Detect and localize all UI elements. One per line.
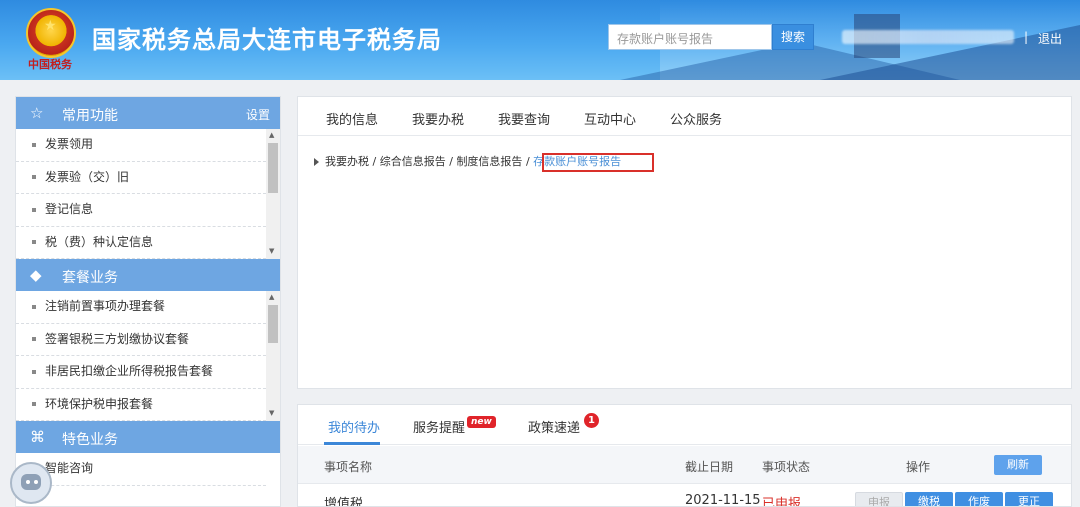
menu-item-label: 注销前置事项办理套餐 — [45, 299, 166, 313]
bullet-icon — [32, 402, 36, 406]
star-outline-icon: ☆ — [30, 104, 44, 122]
tab-policy-news[interactable]: 政策速递 — [528, 417, 580, 436]
nav-my-info[interactable]: 我的信息 — [326, 109, 378, 128]
column-header: 截止日期 — [685, 460, 734, 474]
scroll-thumb[interactable] — [268, 305, 278, 343]
breadcrumb-item[interactable]: 综合信息报告 — [380, 155, 446, 168]
menu-common: 发票领用 发票验（交）旧 登记信息 税（费）种认定信息 — [16, 129, 280, 259]
menu-packages: 注销前置事项办理套餐 签署银税三方划缴协议套餐 非居民扣缴企业所得税报告套餐 环… — [16, 291, 280, 421]
notification-count-badge: 1 — [584, 413, 599, 428]
group-title: 常用功能 — [62, 108, 118, 124]
menu-item-label: 发票领用 — [45, 137, 94, 151]
nav-query[interactable]: 我要查询 — [498, 109, 550, 128]
menu-item-label: 税（费）种认定信息 — [45, 234, 154, 249]
pay-tax-button[interactable]: 缴税 — [905, 492, 953, 506]
breadcrumb-item[interactable]: 我要办税 — [325, 155, 369, 168]
menu-item-label: 发票验（交）旧 — [45, 169, 130, 184]
menu-item[interactable]: 非居民扣缴企业所得税报告套餐 — [16, 356, 266, 389]
column-header: 操作 — [906, 460, 931, 474]
search-input[interactable]: 存款账户账号报告 — [608, 24, 772, 50]
assistant-avatar-icon[interactable] — [10, 462, 52, 504]
group-title: 套餐业务 — [62, 270, 118, 286]
nav-interaction[interactable]: 互动中心 — [584, 109, 636, 128]
robot-eye — [34, 480, 38, 484]
bullet-icon — [32, 337, 36, 341]
task-status: 已申报 — [762, 497, 802, 507]
task-name: 增值税 — [324, 497, 364, 507]
scroll-thumb[interactable] — [268, 143, 278, 193]
active-tab-underline — [324, 442, 380, 445]
bullet-icon — [32, 369, 36, 374]
table-row: 增值税 2021-11-15 已申报 申报 缴税 作废 更正 — [298, 485, 1071, 507]
bullet-icon — [32, 207, 36, 212]
logout-link[interactable]: 退出 — [1038, 30, 1062, 47]
robot-face — [21, 474, 41, 490]
void-button[interactable]: 作废 — [955, 492, 1003, 506]
breadcrumb-separator: / — [372, 155, 377, 168]
menu-item-label: 环境保护税申报套餐 — [45, 396, 154, 411]
new-badge-label: new — [467, 416, 496, 428]
search-button[interactable]: 搜索 — [772, 24, 814, 50]
scroll-down-icon[interactable]: ▼ — [269, 247, 274, 255]
group-header-common[interactable]: ☆ 常用功能 设置 — [16, 97, 280, 129]
group-header-packages[interactable]: ◆ 套餐业务 — [16, 259, 280, 291]
nav-handle-tax[interactable]: 我要办税 — [412, 109, 464, 128]
scroll-down-icon[interactable]: ▼ — [269, 409, 274, 417]
layers-icon: ◆ — [30, 266, 42, 284]
declare-button[interactable]: 申报 — [855, 492, 903, 506]
bullet-icon — [32, 142, 36, 147]
menu-item-label: 非居民扣缴企业所得税报告套餐 — [45, 364, 214, 378]
site-title: 国家税务总局大连市电子税务局 — [92, 26, 442, 54]
column-header: 事项状态 — [762, 460, 811, 474]
emblem-caption: 中国税务 — [28, 58, 72, 71]
task-deadline: 2021-11-15 — [685, 493, 761, 507]
settings-link[interactable]: 设置 — [246, 106, 270, 123]
table-header: 事项名称 截止日期 事项状态 操作 刷新 — [298, 446, 1071, 484]
bullet-icon — [32, 304, 36, 309]
breadcrumb-separator: / — [449, 155, 453, 168]
left-sidebar: ☆ 常用功能 设置 发票领用 发票验（交）旧 登记信息 税（费）种认定信息 ▲ … — [15, 96, 281, 507]
breadcrumb-separator: / — [525, 155, 530, 168]
menu-item[interactable]: 环境保护税申报套餐 — [16, 389, 266, 421]
tasks-panel: 我的待办 服务提醒 政策速递 事项名称 截止日期 事项状态 操作 刷新 增值税 … — [297, 404, 1072, 507]
main-panel: 我的信息 我要办税 我要查询 互动中心 公众服务 我要办税 / 综合信息报告 /… — [297, 96, 1072, 389]
highlight-box — [542, 153, 654, 172]
group-header-featured[interactable]: ⌘ 特色业务 — [16, 421, 280, 453]
nav-public-service[interactable]: 公众服务 — [670, 109, 722, 128]
scroll-up-icon[interactable]: ▲ — [269, 131, 274, 139]
top-nav: 我的信息 我要办税 我要查询 互动中心 公众服务 — [298, 97, 1071, 136]
bullet-icon — [32, 240, 36, 244]
menu-item[interactable]: 注销前置事项办理套餐 — [16, 291, 266, 324]
menu-item[interactable]: 税（费）种认定信息 — [16, 227, 266, 259]
group-title: 特色业务 — [62, 432, 118, 448]
bullet-icon — [32, 175, 36, 179]
star-icon: ★ — [44, 18, 57, 34]
user-info-blurred — [842, 30, 1014, 44]
menu-item[interactable]: 发票验（交）旧 — [16, 162, 266, 194]
menu-item-label: 签署银税三方划缴协议套餐 — [45, 331, 190, 346]
breadcrumb-item[interactable]: 制度信息报告 — [456, 155, 522, 168]
caret-right-icon — [314, 158, 319, 166]
new-badge: new — [467, 413, 496, 428]
column-header: 事项名称 — [324, 460, 373, 474]
menu-item[interactable]: 发票领用 — [16, 129, 266, 162]
task-tabs: 我的待办 服务提醒 政策速递 — [298, 405, 1071, 445]
header-separator: | — [1024, 30, 1029, 44]
refresh-button[interactable]: 刷新 — [994, 455, 1042, 475]
tab-my-todo[interactable]: 我的待办 — [328, 417, 380, 436]
tab-service-reminder[interactable]: 服务提醒 — [413, 417, 465, 436]
robot-eye — [26, 480, 30, 484]
menu-item[interactable]: 登记信息 — [16, 194, 266, 227]
menu-item-label: 登记信息 — [45, 202, 94, 216]
scroll-up-icon[interactable]: ▲ — [269, 293, 274, 301]
correct-button[interactable]: 更正 — [1005, 492, 1053, 506]
grid-clover-icon: ⌘ — [30, 428, 45, 446]
scrollbar-packages[interactable]: ▲ ▼ — [266, 291, 280, 421]
menu-item[interactable]: 智能咨询 — [16, 453, 266, 486]
menu-item[interactable]: 签署银税三方划缴协议套餐 — [16, 324, 266, 356]
menu-featured: 智能咨询 — [16, 453, 280, 486]
scrollbar-common[interactable]: ▲ ▼ — [266, 129, 280, 259]
menu-item-label: 智能咨询 — [45, 461, 94, 475]
